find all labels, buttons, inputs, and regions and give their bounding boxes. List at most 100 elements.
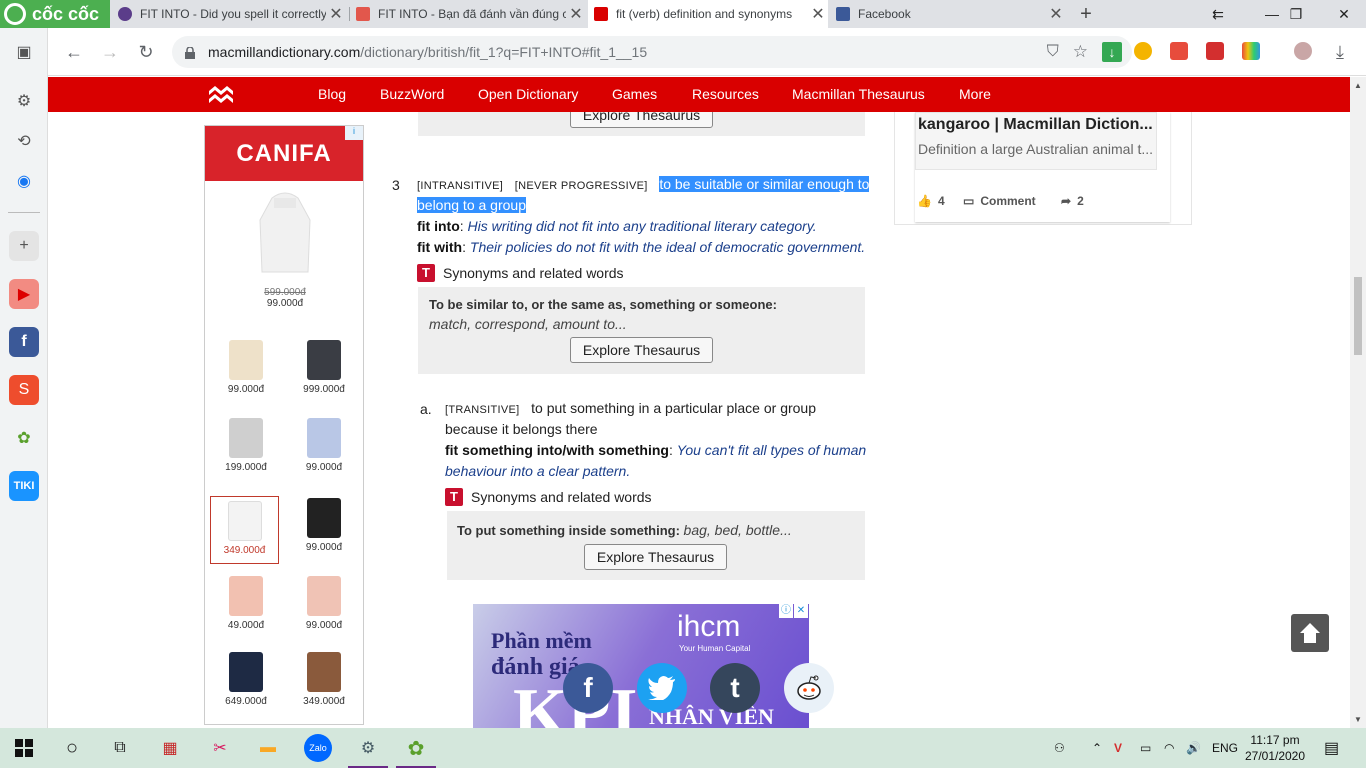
- close-icon[interactable]: ✕: [566, 4, 586, 24]
- nav-blog[interactable]: Blog: [318, 77, 346, 112]
- download-icon[interactable]: ↓: [1102, 42, 1122, 62]
- browser-logo[interactable]: cốc cốc: [0, 0, 110, 28]
- close-icon[interactable]: ✕: [326, 4, 346, 24]
- zalo-icon[interactable]: Zalo: [304, 734, 332, 762]
- ad-product[interactable]: 349.000đ: [291, 652, 357, 707]
- nav-buzzword[interactable]: BuzzWord: [380, 77, 444, 112]
- add-panel-icon[interactable]: +: [9, 231, 39, 261]
- grammar-label: [INTRANSITIVE]: [417, 180, 504, 192]
- share-reddit-icon[interactable]: [784, 663, 834, 713]
- sidebar-toggle-icon[interactable]: ▣: [9, 37, 39, 67]
- messenger-icon[interactable]: ◉: [9, 166, 39, 196]
- extension-chrome-icon[interactable]: [1134, 42, 1152, 60]
- ad-product-featured[interactable]: 599.000đ 99.000đ: [245, 190, 325, 309]
- profile-avatar[interactable]: [1294, 42, 1312, 60]
- clock[interactable]: 11:17 pm 27/01/2020: [1240, 732, 1310, 764]
- tray-expand-icon[interactable]: ⌃: [1092, 728, 1102, 768]
- wifi-icon[interactable]: ◠: [1164, 728, 1174, 768]
- coccoc-game-icon[interactable]: ✿: [9, 423, 39, 453]
- ad-product[interactable]: 199.000đ: [213, 418, 279, 473]
- downloads-icon[interactable]: ⤓: [1328, 40, 1352, 64]
- explore-thesaurus-button[interactable]: Explore Thesaurus: [570, 337, 713, 363]
- ad-product[interactable]: 99.000đ: [291, 498, 357, 553]
- close-icon[interactable]: ✕: [1046, 4, 1066, 24]
- restore-icon[interactable]: ❐: [1274, 0, 1318, 28]
- volume-icon[interactable]: 🔊: [1186, 728, 1201, 768]
- canifa-ad[interactable]: CANIFA i 599.000đ 99.000đ 99.000đ 999.00…: [204, 125, 364, 725]
- nav-more[interactable]: More: [959, 77, 991, 112]
- people-icon[interactable]: ⚇: [1054, 728, 1065, 768]
- address-bar[interactable]: macmillandictionary.com/dictionary/briti…: [172, 36, 1132, 68]
- history-icon[interactable]: ⟲: [9, 126, 39, 156]
- tab-fit-into-vn[interactable]: FIT INTO - Bạn đã đánh vần đúng c ✕: [350, 0, 586, 28]
- coccoc-browser-icon[interactable]: ✿: [396, 734, 436, 768]
- reload-icon[interactable]: ↻: [134, 40, 158, 64]
- task-view-icon[interactable]: ⧉: [106, 734, 134, 762]
- like-button[interactable]: 👍 4: [917, 194, 945, 208]
- share-twitter-icon[interactable]: [637, 663, 687, 713]
- notifications-icon[interactable]: ▤: [1324, 728, 1339, 768]
- browser-toolbar: ← → ↻ macmillandictionary.com/dictionary…: [48, 28, 1366, 76]
- shopee-icon[interactable]: S: [9, 375, 39, 405]
- adchoices-icon[interactable]: ⓘ: [779, 604, 793, 618]
- ad-product[interactable]: 99.000đ: [291, 576, 357, 631]
- close-icon[interactable]: ✕: [808, 4, 828, 24]
- snipping-tool-icon[interactable]: ✂: [206, 734, 234, 762]
- share-button[interactable]: ➦ 2: [1061, 194, 1084, 208]
- scroll-down-icon[interactable]: ▼: [1354, 715, 1362, 724]
- battery-icon[interactable]: ▭: [1140, 728, 1151, 768]
- file-explorer-icon[interactable]: ▬: [254, 734, 282, 762]
- extension-colors-icon[interactable]: [1242, 42, 1260, 60]
- tab-search-icon[interactable]: ⇇: [1196, 0, 1240, 28]
- comment-button[interactable]: ▭ Comment: [963, 194, 1036, 208]
- nav-resources[interactable]: Resources: [692, 77, 759, 112]
- tab-fit-into-spell[interactable]: FIT INTO - Did you spell it correctly ✕: [112, 0, 346, 28]
- synonyms-heading[interactable]: T Synonyms and related words: [445, 488, 652, 506]
- settings-gear-icon[interactable]: ⚙: [9, 86, 39, 116]
- app-settings-icon[interactable]: ⚙: [348, 734, 388, 768]
- antivirus-icon[interactable]: V: [1114, 728, 1122, 768]
- search-icon[interactable]: ○: [58, 734, 86, 762]
- shield-privacy-icon[interactable]: ⛉: [1047, 43, 1059, 61]
- back-to-top-button[interactable]: [1291, 614, 1329, 652]
- explore-thesaurus-button[interactable]: Explore Thesaurus: [584, 544, 727, 570]
- ad-product[interactable]: 999.000đ: [291, 340, 357, 395]
- language-indicator[interactable]: ENG: [1212, 728, 1238, 768]
- facebook-icon[interactable]: f: [9, 327, 39, 357]
- tab-fit-verb-active[interactable]: fit (verb) definition and synonyms ✕: [588, 0, 828, 28]
- tiki-icon[interactable]: TIKI: [9, 471, 39, 501]
- nav-macmillan-thesaurus[interactable]: Macmillan Thesaurus: [792, 77, 925, 112]
- windows-taskbar: ○ ⧉ ▦ ✂ ▬ Zalo ⚙ ✿ ⚇ ⌃ V ▭ ◠ 🔊 ENG 11:17…: [0, 728, 1366, 768]
- share-tumblr-icon[interactable]: t: [710, 663, 760, 713]
- extension-sync-icon[interactable]: [1206, 42, 1224, 60]
- scrollbar-thumb[interactable]: [1354, 277, 1362, 355]
- window-close-icon[interactable]: ✕: [1322, 0, 1366, 28]
- explore-thesaurus-button-top[interactable]: Explore Thesaurus: [570, 112, 713, 128]
- youtube-icon[interactable]: ▶: [9, 279, 39, 309]
- windows-start-icon[interactable]: [10, 734, 38, 762]
- new-tab-icon[interactable]: +: [1075, 2, 1097, 26]
- macmillan-logo[interactable]: [208, 85, 234, 105]
- nav-games[interactable]: Games: [612, 77, 657, 112]
- ad-product[interactable]: 99.000đ: [291, 418, 357, 473]
- back-icon[interactable]: ←: [62, 40, 86, 64]
- extension-shield-icon[interactable]: [1170, 42, 1188, 60]
- tab-facebook[interactable]: Facebook ✕: [830, 0, 1066, 28]
- bookmark-star-icon[interactable]: ☆: [1073, 42, 1088, 62]
- page-scrollbar[interactable]: ▲ ▼: [1350, 77, 1366, 728]
- ad-product-selected[interactable]: 349.000đ: [210, 496, 279, 564]
- synonyms-heading[interactable]: T Synonyms and related words: [417, 264, 624, 282]
- adchoices-icon[interactable]: i: [345, 126, 363, 140]
- forward-icon[interactable]: →: [98, 40, 122, 64]
- ad-product[interactable]: 49.000đ: [213, 576, 279, 631]
- scroll-up-icon[interactable]: ▲: [1354, 81, 1362, 90]
- ad-close-icon[interactable]: ✕: [794, 604, 808, 618]
- nav-open-dictionary[interactable]: Open Dictionary: [478, 77, 578, 112]
- share-facebook-icon[interactable]: f: [563, 663, 613, 713]
- related-card-title[interactable]: kangaroo | Macmillan Diction...: [918, 116, 1153, 134]
- ad-product[interactable]: 99.000đ: [213, 340, 279, 395]
- ihcm-ad[interactable]: Phần mềm đánh giá KPI ihcm Your Human Ca…: [473, 604, 809, 728]
- app-tool-icon[interactable]: ▦: [156, 734, 184, 762]
- related-card-kangaroo[interactable]: kangaroo | Macmillan Diction... Definiti…: [915, 112, 1170, 222]
- ad-product[interactable]: 649.000đ: [213, 652, 279, 707]
